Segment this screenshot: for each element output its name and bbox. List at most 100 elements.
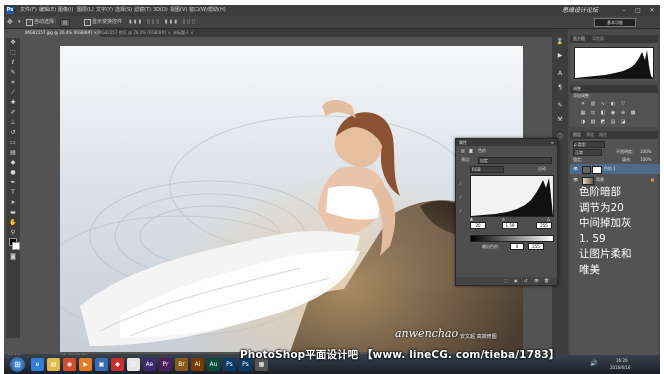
tab-untitled[interactable]: 未标题-1 × (170, 29, 197, 37)
background-color-swatch[interactable] (12, 242, 20, 250)
eraser-tool-icon[interactable]: ▭ (8, 138, 18, 147)
white-eyedropper-icon[interactable]: ⁄ (460, 209, 461, 214)
photo-filter-icon[interactable]: ◉ (610, 110, 616, 116)
tab-layers[interactable]: 图层 (573, 131, 581, 139)
clip-icon[interactable]: ⬚ (504, 278, 508, 283)
curves-icon[interactable]: ∿ (600, 101, 606, 107)
auto-select-checkbox[interactable]: ✓ (26, 19, 33, 26)
tab-paths[interactable]: 路径 (599, 131, 607, 139)
delete-icon[interactable]: 🗑 (544, 278, 549, 283)
actions-icon[interactable]: ▶ (555, 51, 565, 61)
clone-stamp-tool-icon[interactable]: ⊥ (8, 118, 18, 127)
color-balance-icon[interactable]: ⚖ (590, 110, 596, 116)
clock-time[interactable]: 16:20 (616, 358, 628, 364)
zoom-tool-icon[interactable]: ⚲ (8, 228, 18, 237)
channel-dropdown[interactable]: RGB (470, 166, 504, 173)
tab-img02257[interactable]: IMG02257.jpg @ 26.4% (RGB/8#) × (22, 29, 101, 37)
pen-tool-icon[interactable]: ✒ (8, 178, 18, 187)
taskbar-app-media[interactable]: ▶ (79, 358, 92, 371)
marquee-tool-icon[interactable]: ⬚ (8, 48, 18, 57)
mask-icon[interactable]: ◙ (469, 148, 473, 153)
character-icon[interactable]: A (555, 69, 565, 79)
taskbar-app-ps[interactable]: Ps (223, 358, 236, 371)
tab-histogram[interactable]: 直方图 (573, 35, 585, 43)
path-select-tool-icon[interactable]: ➤ (8, 198, 18, 207)
brush-tool-icon[interactable]: ✐ (8, 108, 18, 117)
preset-dropdown[interactable]: 自定 (478, 157, 552, 164)
black-eyedropper-icon[interactable]: ⁄ (460, 181, 461, 186)
panel-menu-icon[interactable]: ≡ (551, 139, 554, 146)
taskbar-app-browser[interactable]: ◉ (63, 358, 76, 371)
auto-button[interactable]: 自动 (538, 166, 546, 172)
taskbar-app-ai[interactable]: Ai (191, 358, 204, 371)
tool-presets-icon[interactable]: ⚒ (555, 115, 565, 125)
menu-help[interactable]: 帮助(H) (208, 5, 226, 16)
history-icon[interactable]: ⌛ (555, 37, 565, 47)
blur-tool-icon[interactable]: ◆ (8, 158, 18, 167)
type-tool-icon[interactable]: T (8, 188, 18, 197)
reset-icon[interactable]: ↺ (524, 278, 527, 283)
menu-file[interactable]: 文件(F) (20, 5, 37, 16)
input-black-value[interactable]: 20 (470, 222, 486, 229)
eye-icon[interactable]: 👁 (573, 175, 578, 185)
auto-select-dropdown[interactable]: 组 (60, 19, 70, 27)
clock-date[interactable]: 2016/6/16 (610, 365, 631, 371)
blend-mode-dropdown[interactable]: 正常 (573, 149, 602, 156)
eye-icon[interactable]: 👁 (573, 164, 578, 174)
close-button[interactable]: ✕ (647, 7, 657, 14)
hue-icon[interactable]: ▦ (580, 110, 586, 116)
history-brush-tool-icon[interactable]: ↺ (8, 128, 18, 137)
visibility-icon[interactable]: 👁 (534, 278, 539, 283)
move-tool-icon[interactable]: ✥ (7, 16, 13, 28)
menu-type[interactable]: 文字(Y) (96, 5, 113, 16)
hand-tool-icon[interactable]: ✋ (8, 218, 18, 227)
menu-image[interactable]: 图像(I) (58, 5, 73, 16)
menu-select[interactable]: 选择(S) (115, 5, 132, 16)
brightness-icon[interactable]: ☀ (580, 101, 586, 107)
taskbar-app-pr[interactable]: Pr (159, 358, 172, 371)
channel-mixer-icon[interactable]: ⊕ (620, 110, 626, 116)
exposure-icon[interactable]: ◐ (610, 101, 616, 107)
taskbar-app-tool[interactable]: ◆ (111, 358, 124, 371)
levels-icon[interactable]: ▥ (590, 101, 596, 107)
show-transform-checkbox[interactable]: ✓ (84, 19, 91, 26)
menu-view[interactable]: 视图(V) (170, 5, 187, 16)
minimize-button[interactable]: – (619, 7, 629, 14)
opacity-value[interactable]: 100% (640, 149, 651, 154)
healing-tool-icon[interactable]: ✚ (8, 98, 18, 107)
input-gray-value[interactable]: 1.59 (502, 222, 518, 229)
align-icons[interactable]: ▮▮▮ ▯▯▯ ▮▮▮ ▯▯▯ (129, 16, 197, 28)
black-white-icon[interactable]: ◧ (600, 110, 606, 116)
taskbar-app-ie[interactable]: e (31, 358, 44, 371)
maximize-button[interactable]: □ (633, 7, 643, 14)
color-lookup-icon[interactable]: ▩ (630, 110, 636, 116)
menu-filter[interactable]: 滤镜(T) (134, 5, 151, 16)
shape-tool-icon[interactable]: ▬ (8, 208, 18, 217)
layer-row-background[interactable]: 👁 背景 🔒 (570, 175, 660, 185)
taskbar-app-app[interactable]: ▣ (95, 358, 108, 371)
input-black-slider-icon[interactable]: ▲ (470, 216, 473, 221)
taskbar-app-explorer[interactable]: ▤ (47, 358, 60, 371)
threshold-icon[interactable]: ◩ (600, 119, 606, 125)
menu-layer[interactable]: 图层(L) (77, 5, 94, 16)
preset-dropdown-icon[interactable]: ▾ (18, 16, 21, 28)
fill-value[interactable]: 100% (640, 157, 651, 162)
output-white-value[interactable]: 255 (528, 243, 544, 250)
workspace-switcher[interactable]: 基本功能 (594, 18, 636, 27)
gray-eyedropper-icon[interactable]: ⁄ (460, 195, 461, 200)
taskbar-app-ae[interactable]: Ae (143, 358, 156, 371)
input-white-value[interactable]: 255 (536, 222, 552, 229)
volume-icon[interactable]: 🔊 (590, 361, 597, 367)
document-canvas[interactable] (60, 46, 523, 352)
view-previous-icon[interactable]: ◉ (514, 278, 518, 283)
layer-row-levels[interactable]: 👁 色阶 1 (570, 164, 660, 174)
start-button[interactable]: ⊞ (10, 357, 25, 372)
menu-window[interactable]: 窗口(W) (189, 5, 208, 16)
dodge-tool-icon[interactable]: ● (8, 168, 18, 177)
paragraph-icon[interactable]: ¶ (555, 83, 565, 93)
menu-3d[interactable]: 3D(D) (153, 5, 168, 16)
menu-edit[interactable]: 编辑(E) (39, 5, 56, 16)
taskbar-app-br[interactable]: Br (175, 358, 188, 371)
tab-img02257-copy[interactable]: IMG02257 拷贝 @ 26.4% (RGB/8#) × (94, 29, 174, 37)
output-black-value[interactable]: 0 (510, 243, 524, 250)
